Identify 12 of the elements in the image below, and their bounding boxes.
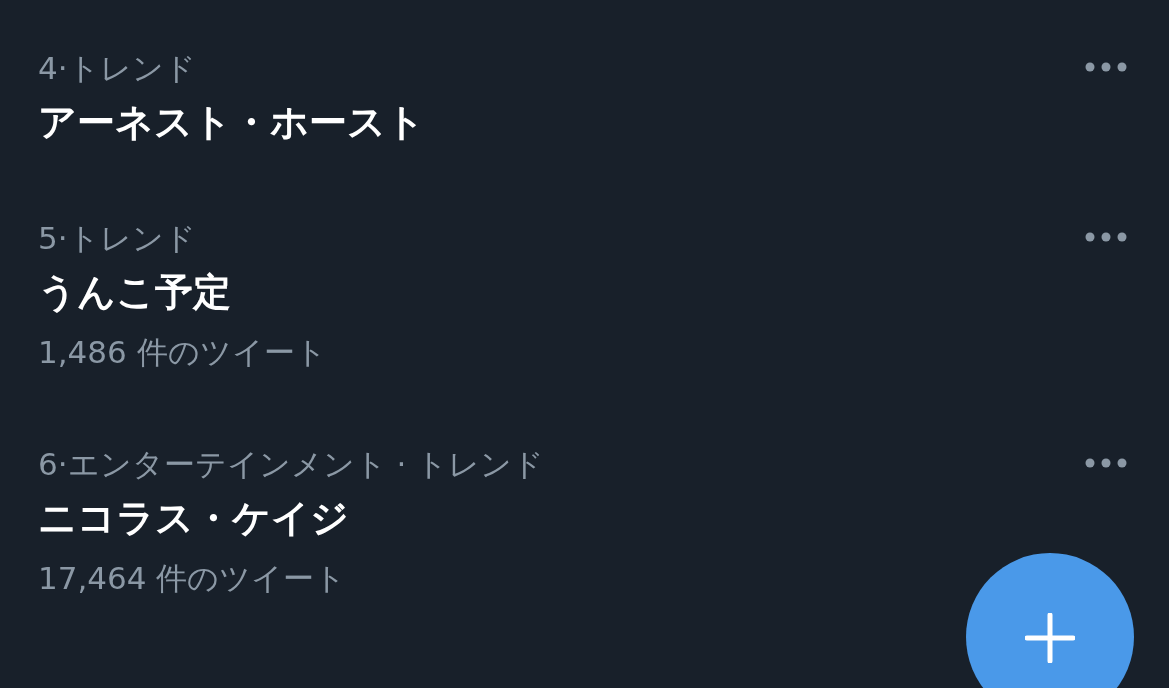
trend-category: 6·エンターテインメント · トレンド — [38, 445, 545, 484]
tweet-count: 17,464 件のツイート — [38, 559, 348, 598]
trend-category: 4·トレンド — [38, 49, 197, 88]
plus-icon — [1025, 613, 1075, 663]
trend-title[interactable]: ニコラス・ケイジ — [38, 486, 545, 550]
tweet-count: 1,486 件のツイート — [38, 333, 327, 372]
trend-title[interactable]: うんこ予定 — [38, 260, 327, 324]
more-icon[interactable] — [1085, 232, 1127, 242]
more-icon[interactable] — [1085, 458, 1127, 468]
trend-category: 5·トレンド — [38, 219, 197, 258]
more-icon[interactable] — [1085, 62, 1127, 72]
trend-title[interactable]: アーネスト・ホースト — [38, 90, 425, 154]
